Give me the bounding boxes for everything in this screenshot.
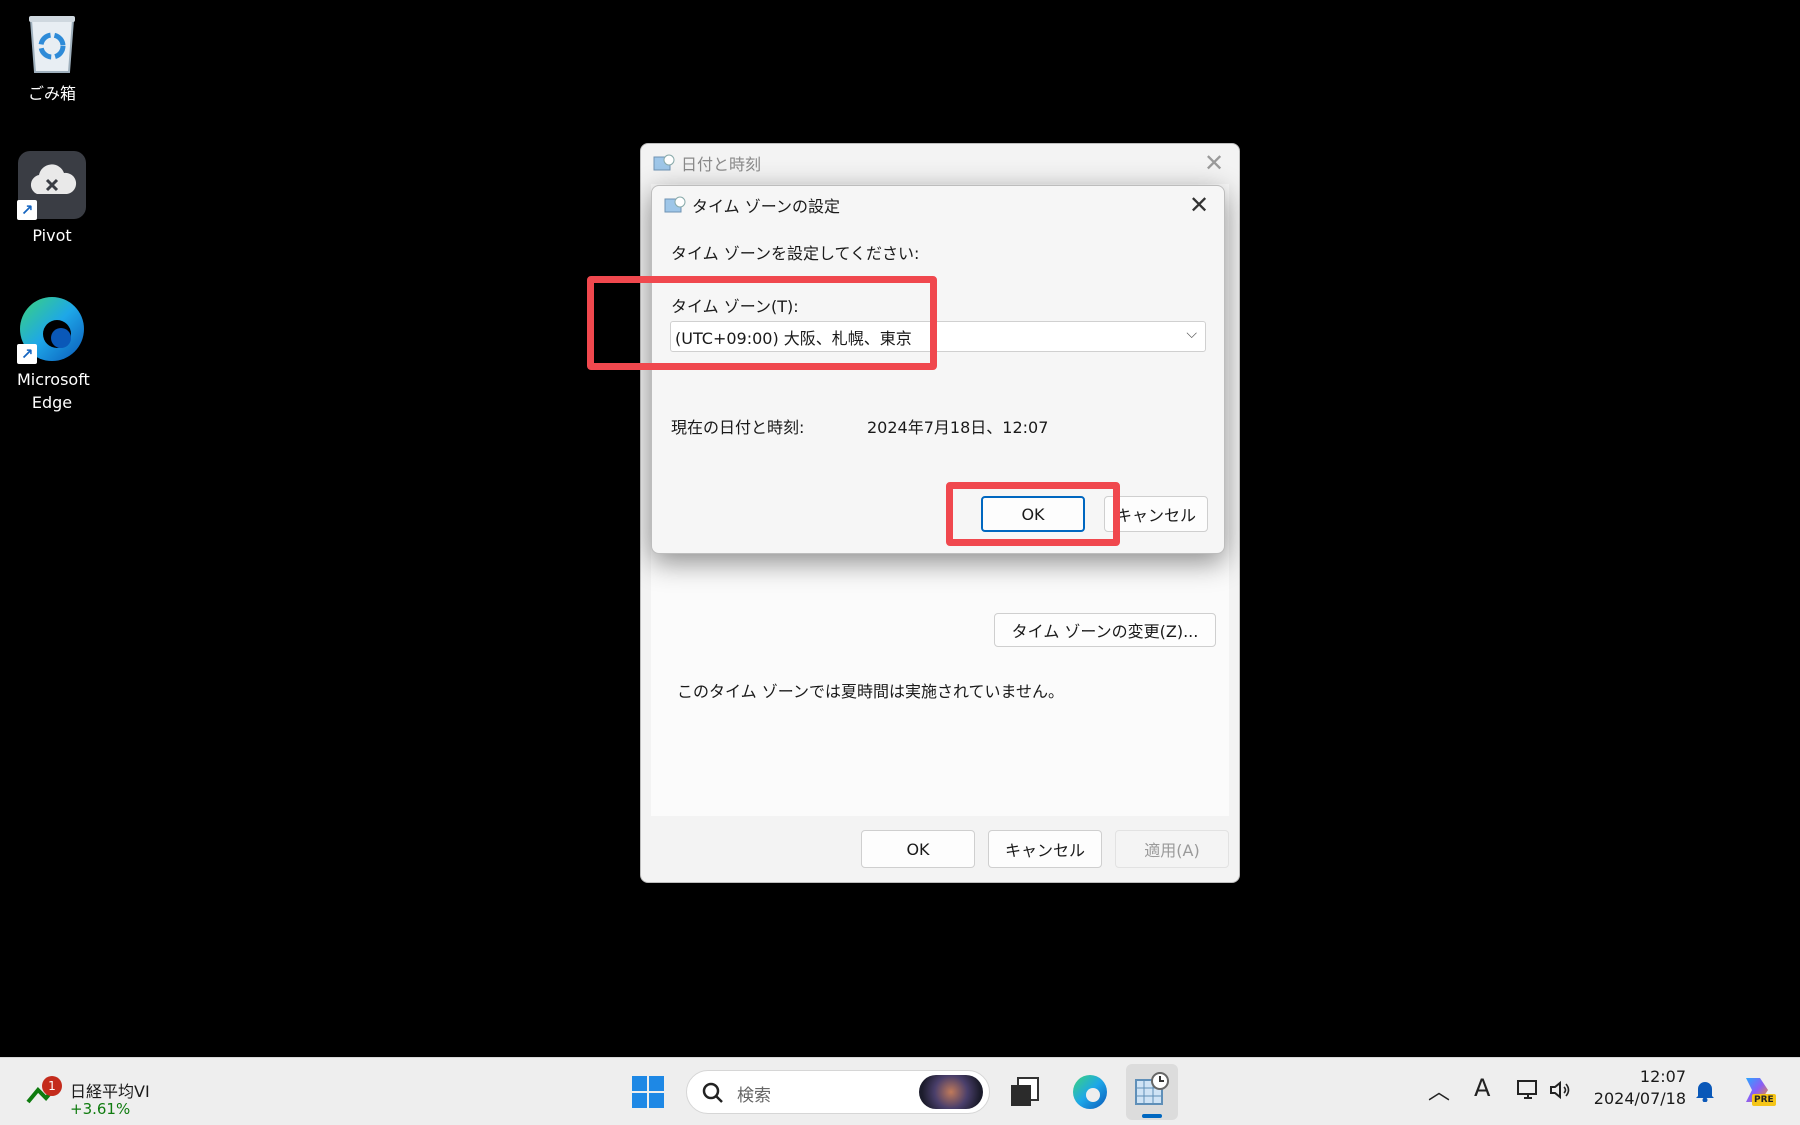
date-time-titlebar: 日付と時刻 — [641, 144, 1239, 182]
chevron-down-icon: ⌵ — [1186, 326, 1197, 342]
timezone-cancel-button[interactable]: キャンセル — [1104, 496, 1208, 532]
volume-icon[interactable] — [1548, 1078, 1572, 1106]
clock-time: 12:07 — [1639, 1067, 1686, 1086]
search-icon — [702, 1082, 723, 1103]
date-time-close-button[interactable]: ✕ — [1197, 148, 1231, 178]
network-icon[interactable] — [1516, 1078, 1540, 1106]
desktop-icon-recycle-bin[interactable]: ごみ箱 — [8, 8, 96, 105]
task-view-icon — [1011, 1077, 1039, 1106]
desktop-icon-label: ごみ箱 — [27, 84, 76, 103]
desktop-icon-edge[interactable]: ↗ Microsoft Edge — [8, 294, 96, 414]
timezone-settings-dialog: タイム ゾーンの設定 ✕ タイム ゾーンを設定してください: タイム ゾーン(T… — [651, 185, 1225, 554]
ime-indicator[interactable]: A — [1474, 1074, 1490, 1102]
widget-change: +3.61% — [70, 1100, 131, 1118]
widget-title: 日経平均VI — [70, 1082, 150, 1101]
outer-ok-button[interactable]: OK — [861, 830, 975, 868]
desktop-icon-label: Microsoft Edge — [17, 370, 90, 412]
notification-bell-icon[interactable] — [1694, 1078, 1716, 1106]
timezone-close-button[interactable]: ✕ — [1182, 190, 1216, 220]
timezone-select-value: (UTC+09:00) 大阪、札幌、東京 — [675, 328, 912, 348]
taskbar-search[interactable]: 検索 — [686, 1070, 990, 1114]
dst-note: このタイム ゾーンでは夏時間は実施されていません。 — [677, 682, 1065, 701]
edge-icon: ↗ — [17, 294, 87, 364]
timezone-app-icon — [664, 196, 686, 214]
timezone-titlebar: タイム ゾーンの設定 — [652, 186, 1224, 224]
timezone-select[interactable]: (UTC+09:00) 大阪、札幌、東京 ⌵ — [670, 321, 1206, 352]
edge-icon — [1073, 1075, 1107, 1109]
search-placeholder: 検索 — [737, 1086, 771, 1106]
windows-logo-icon — [632, 1076, 664, 1108]
close-icon: ✕ — [1188, 191, 1210, 219]
current-datetime-value: 2024年7月18日、12:07 — [867, 418, 1049, 437]
taskbar: 1 日経平均VI +3.61% 検索 ︿ A 12:07 2024/07/18 … — [0, 1057, 1800, 1125]
stock-widget[interactable]: 1 日経平均VI +3.61% — [26, 1068, 166, 1118]
close-icon: ✕ — [1203, 149, 1225, 177]
change-timezone-button[interactable]: タイム ゾーンの変更(Z)... — [994, 613, 1216, 647]
calendar-clock-icon — [1135, 1072, 1169, 1105]
task-view-button[interactable] — [1008, 1076, 1042, 1108]
notification-badge: 1 — [42, 1076, 62, 1096]
shortcut-arrow-icon: ↗ — [17, 344, 37, 364]
copilot-pre-badge: PRE — [1752, 1094, 1776, 1106]
tray-overflow-chevron-icon[interactable]: ︿ — [1428, 1074, 1450, 1106]
shortcut-arrow-icon: ↗ — [17, 200, 37, 220]
search-highlight-image — [919, 1075, 983, 1109]
desktop-icon-pivot[interactable]: ↗ Pivot — [8, 150, 96, 247]
recycle-bin-icon — [17, 8, 87, 78]
apply-button[interactable]: 適用(A) — [1115, 830, 1229, 868]
timezone-instruction: タイム ゾーンを設定してください: — [671, 244, 920, 263]
date-time-app-icon — [653, 154, 675, 172]
active-app-indicator — [1142, 1114, 1162, 1118]
taskbar-datetime-app[interactable] — [1126, 1064, 1178, 1120]
date-time-title: 日付と時刻 — [681, 155, 762, 174]
clock-date: 2024/07/18 — [1593, 1089, 1686, 1108]
copilot-button[interactable]: PRE — [1738, 1072, 1776, 1108]
timezone-label: タイム ゾーン(T): — [671, 297, 799, 316]
taskbar-edge-button[interactable] — [1072, 1074, 1108, 1110]
desktop-icon-label: Pivot — [32, 226, 72, 245]
start-button[interactable] — [632, 1076, 664, 1108]
outer-cancel-button[interactable]: キャンセル — [988, 830, 1102, 868]
pivot-icon: ↗ — [17, 150, 87, 220]
timezone-title: タイム ゾーンの設定 — [692, 197, 840, 216]
clock[interactable]: 12:07 2024/07/18 — [1580, 1066, 1686, 1110]
timezone-ok-button[interactable]: OK — [981, 496, 1085, 532]
current-datetime-label: 現在の日付と時刻: — [671, 418, 805, 437]
